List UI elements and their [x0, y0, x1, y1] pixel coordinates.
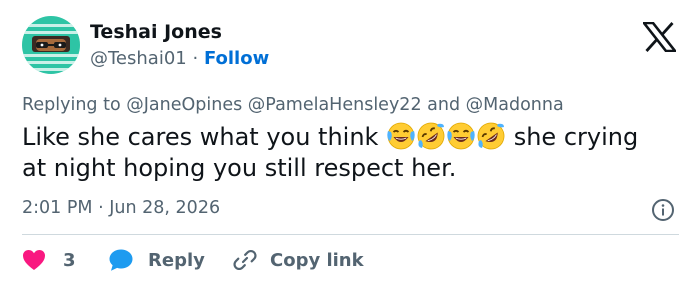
x-logo-icon[interactable]	[641, 21, 678, 53]
rolling-on-floor-laughing-icon	[476, 121, 506, 151]
avatar-image	[22, 16, 80, 74]
like-button[interactable]: 3	[22, 248, 76, 272]
timestamp[interactable]: 2:01 PM · Jun 28, 2026	[22, 198, 220, 218]
mention-link[interactable]: @PamelaHensley22	[248, 95, 422, 115]
reply-label: Reply	[148, 249, 205, 271]
copy-link-label: Copy link	[270, 249, 364, 271]
author-handle[interactable]: @Teshai01	[90, 48, 187, 69]
reply-button[interactable]: Reply	[108, 248, 205, 272]
face-with-tears-of-joy-icon	[446, 121, 476, 151]
info-icon[interactable]	[651, 198, 675, 222]
tweet-time: 2:01 PM	[22, 198, 93, 218]
mention-link[interactable]: @JaneOpines	[126, 95, 242, 115]
tweet-date: Jun 28, 2026	[109, 198, 221, 218]
author-name[interactable]: Teshai Jones	[90, 21, 222, 43]
replying-to-line: Replying to @JaneOpines @PamelaHensley22…	[22, 95, 564, 115]
timestamp-separator: ·	[98, 198, 104, 218]
follow-button[interactable]: Follow	[204, 48, 269, 69]
reply-bubble-icon	[109, 249, 133, 271]
replying-to-conjunction: and	[427, 95, 461, 115]
tweet-text: Like she cares what you think she crying…	[22, 121, 662, 184]
tweet-text-before: Like she cares what you think	[22, 123, 379, 151]
face-with-tears-of-joy-icon	[386, 121, 416, 151]
copy-link-button[interactable]: Copy link	[232, 248, 364, 272]
handle-separator: ·	[192, 48, 199, 69]
rolling-on-floor-laughing-icon	[416, 121, 446, 151]
heart-icon	[23, 250, 45, 270]
divider	[22, 234, 679, 235]
link-icon	[233, 249, 257, 271]
avatar[interactable]	[22, 16, 80, 74]
replying-to-prefix: Replying to	[22, 95, 121, 115]
author-handle-line: @Teshai01 · Follow	[90, 48, 269, 69]
like-count: 3	[63, 249, 76, 271]
tweet-embed: Teshai Jones @Teshai01 · Follow Replying…	[0, 0, 700, 287]
mention-link[interactable]: @Madonna	[466, 95, 564, 115]
